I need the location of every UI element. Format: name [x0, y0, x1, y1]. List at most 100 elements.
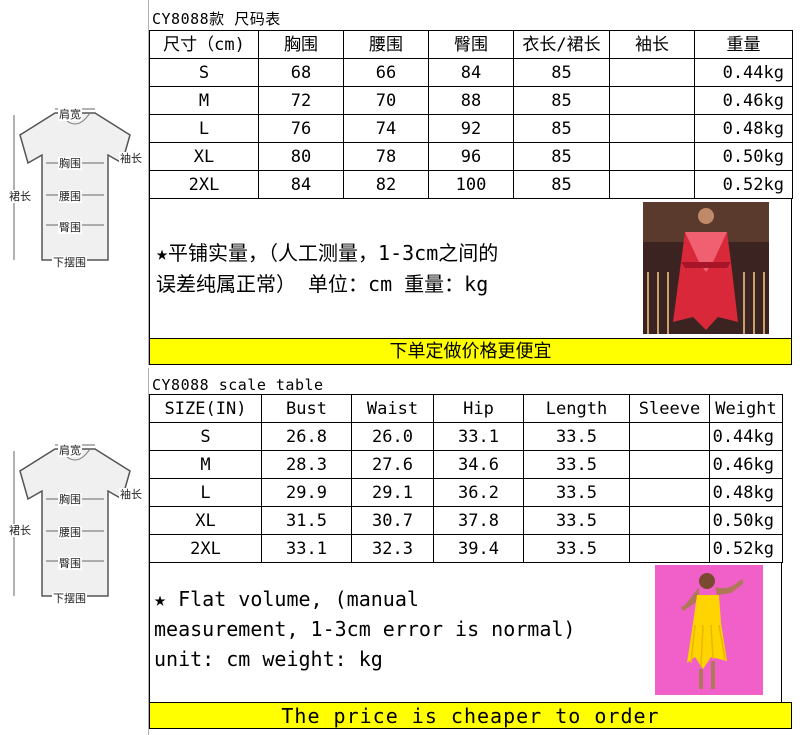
- table-cell: [629, 478, 710, 507]
- table-cell: 0.44kg: [709, 422, 783, 451]
- table-cell: [609, 114, 695, 143]
- note-line: ★平铺实量，（人工测量，1-3cm之间的: [156, 241, 499, 265]
- table-cell: 0.50kg: [709, 506, 783, 535]
- table-cell: [629, 534, 710, 563]
- table-cell: 30.7: [351, 506, 434, 535]
- header-cell: 重量: [694, 30, 793, 59]
- diagram-label-sleeve: 袖长: [119, 152, 143, 165]
- diagram-label-hip: 臀围: [58, 557, 82, 570]
- table-row: XL 80 78 96 85 0.50kg: [149, 142, 793, 171]
- table-cell: 66: [343, 58, 429, 87]
- table-row: M 28.3 27.6 34.6 33.5 0.46kg: [149, 450, 783, 479]
- size-chart-cn: 肩宽 胸围 袖长 裙长 腰围 臀围 下摆围 CY8088款 尺码表 尺寸（cm)…: [0, 0, 803, 365]
- diagram-label-sleeve: 袖长: [119, 488, 143, 501]
- table-cell: 0.46kg: [694, 86, 793, 115]
- table-cell: 72: [258, 86, 344, 115]
- table-cell: 29.9: [261, 478, 352, 507]
- table-cell: 84: [428, 58, 514, 87]
- table-cell: 26.8: [261, 422, 352, 451]
- table-header-row: SIZE(IN) Bust Waist Hip Length Sleeve We…: [149, 394, 783, 423]
- table-row: 2XL 84 82 100 85 0.52kg: [149, 170, 793, 199]
- header-cell: Length: [523, 394, 630, 423]
- table-cell: 39.4: [433, 534, 524, 563]
- table-cell: 32.3: [351, 534, 434, 563]
- table-cell: 2XL: [149, 534, 262, 563]
- table-row: S 68 66 84 85 0.44kg: [149, 58, 793, 87]
- table-cell: 31.5: [261, 506, 352, 535]
- table-row: 2XL 33.1 32.3 39.4 33.5 0.52kg: [149, 534, 783, 563]
- table-cell: 80: [258, 142, 344, 171]
- note-line: measurement, 1-3cm error is normal): [154, 617, 576, 641]
- diagram-label-waist: 腰围: [58, 526, 82, 539]
- table-cell: 0.44kg: [694, 58, 793, 87]
- table-cell: 0.46kg: [709, 450, 783, 479]
- table-cell: 0.52kg: [709, 534, 783, 563]
- table-cell: 27.6: [351, 450, 434, 479]
- note-box: ★ Flat volume, (manual measurement, 1-3c…: [149, 562, 782, 702]
- note-line: unit: cm weight: kg: [154, 647, 383, 671]
- table-cell: 85: [513, 170, 610, 199]
- yellow-fringe-dress-photo: [655, 565, 763, 695]
- red-fringe-dress-photo: [643, 202, 769, 334]
- table-cell: 70: [343, 86, 429, 115]
- order-banner: 下单定做价格更便宜: [149, 338, 792, 365]
- diagram-label-hem: 下摆围: [52, 592, 87, 605]
- diagram-label-length: 裙长: [8, 190, 32, 203]
- table-cell: 88: [428, 86, 514, 115]
- table-cell: 76: [258, 114, 344, 143]
- diagram-label-chest: 胸围: [58, 157, 82, 170]
- table-cell: [609, 142, 695, 171]
- table-caption: CY8088 scale table: [152, 376, 324, 394]
- table-cell: [629, 450, 710, 479]
- table-row: L 29.9 29.1 36.2 33.5 0.48kg: [149, 478, 783, 507]
- header-cell: SIZE(IN): [149, 394, 262, 423]
- table-row: L 76 74 92 85 0.48kg: [149, 114, 793, 143]
- size-table-en: SIZE(IN) Bust Waist Hip Length Sleeve We…: [149, 394, 783, 563]
- table-cell: [629, 506, 710, 535]
- header-cell: 腰围: [343, 30, 429, 59]
- table-cell: XL: [149, 142, 259, 171]
- note-line: 误差纯属正常） 单位：cm 重量：kg: [156, 272, 489, 296]
- table-cell: 33.1: [261, 534, 352, 563]
- table-cell: 92: [428, 114, 514, 143]
- table-cell: 33.5: [523, 478, 630, 507]
- table-cell: [629, 422, 710, 451]
- table-cell: 36.2: [433, 478, 524, 507]
- table-cell: M: [149, 450, 262, 479]
- table-cell: 85: [513, 58, 610, 87]
- header-cell: Sleeve: [629, 394, 710, 423]
- table-cell: 68: [258, 58, 344, 87]
- table-cell: 85: [513, 86, 610, 115]
- table-cell: L: [149, 114, 259, 143]
- size-table-cn: 尺寸（cm) 胸围 腰围 臀围 衣长/裙长 袖长 重量 S 68 66 84 85 0.4…: [149, 30, 793, 199]
- table-cell: XL: [149, 506, 262, 535]
- table-cell: 33.5: [523, 506, 630, 535]
- header-cell: 臀围: [428, 30, 514, 59]
- header-cell: 尺寸（cm): [149, 30, 259, 59]
- diagram-label-shoulder: 肩宽: [58, 108, 82, 121]
- table-cell: 33.5: [523, 450, 630, 479]
- table-cell: 78: [343, 142, 429, 171]
- table-row: M 72 70 88 85 0.46kg: [149, 86, 793, 115]
- table-cell: 0.48kg: [694, 114, 793, 143]
- table-row: S 26.8 26.0 33.1 33.5 0.44kg: [149, 422, 783, 451]
- table-cell: 28.3: [261, 450, 352, 479]
- diagram-label-chest: 胸围: [58, 493, 82, 506]
- table-header-row: 尺寸（cm) 胸围 腰围 臀围 衣长/裙长 袖长 重量: [149, 30, 793, 59]
- table-cell: 34.6: [433, 450, 524, 479]
- diagram-panel: 肩宽 胸围 袖长 裙长 腰围 臀围 下摆围: [0, 368, 148, 735]
- table-cell: [609, 86, 695, 115]
- table-cell: L: [149, 478, 262, 507]
- header-cell: Bust: [261, 394, 352, 423]
- table-cell: [609, 170, 695, 199]
- diagram-panel: 肩宽 胸围 袖长 裙长 腰围 臀围 下摆围: [0, 0, 148, 365]
- header-cell: Hip: [433, 394, 524, 423]
- table-cell: 33.5: [523, 534, 630, 563]
- table-cell: M: [149, 86, 259, 115]
- table-cell: 26.0: [351, 422, 434, 451]
- table-cell: 100: [428, 170, 514, 199]
- table-cell: S: [149, 422, 262, 451]
- table-cell: 33.1: [433, 422, 524, 451]
- table-cell: 0.48kg: [709, 478, 783, 507]
- table-cell: 85: [513, 114, 610, 143]
